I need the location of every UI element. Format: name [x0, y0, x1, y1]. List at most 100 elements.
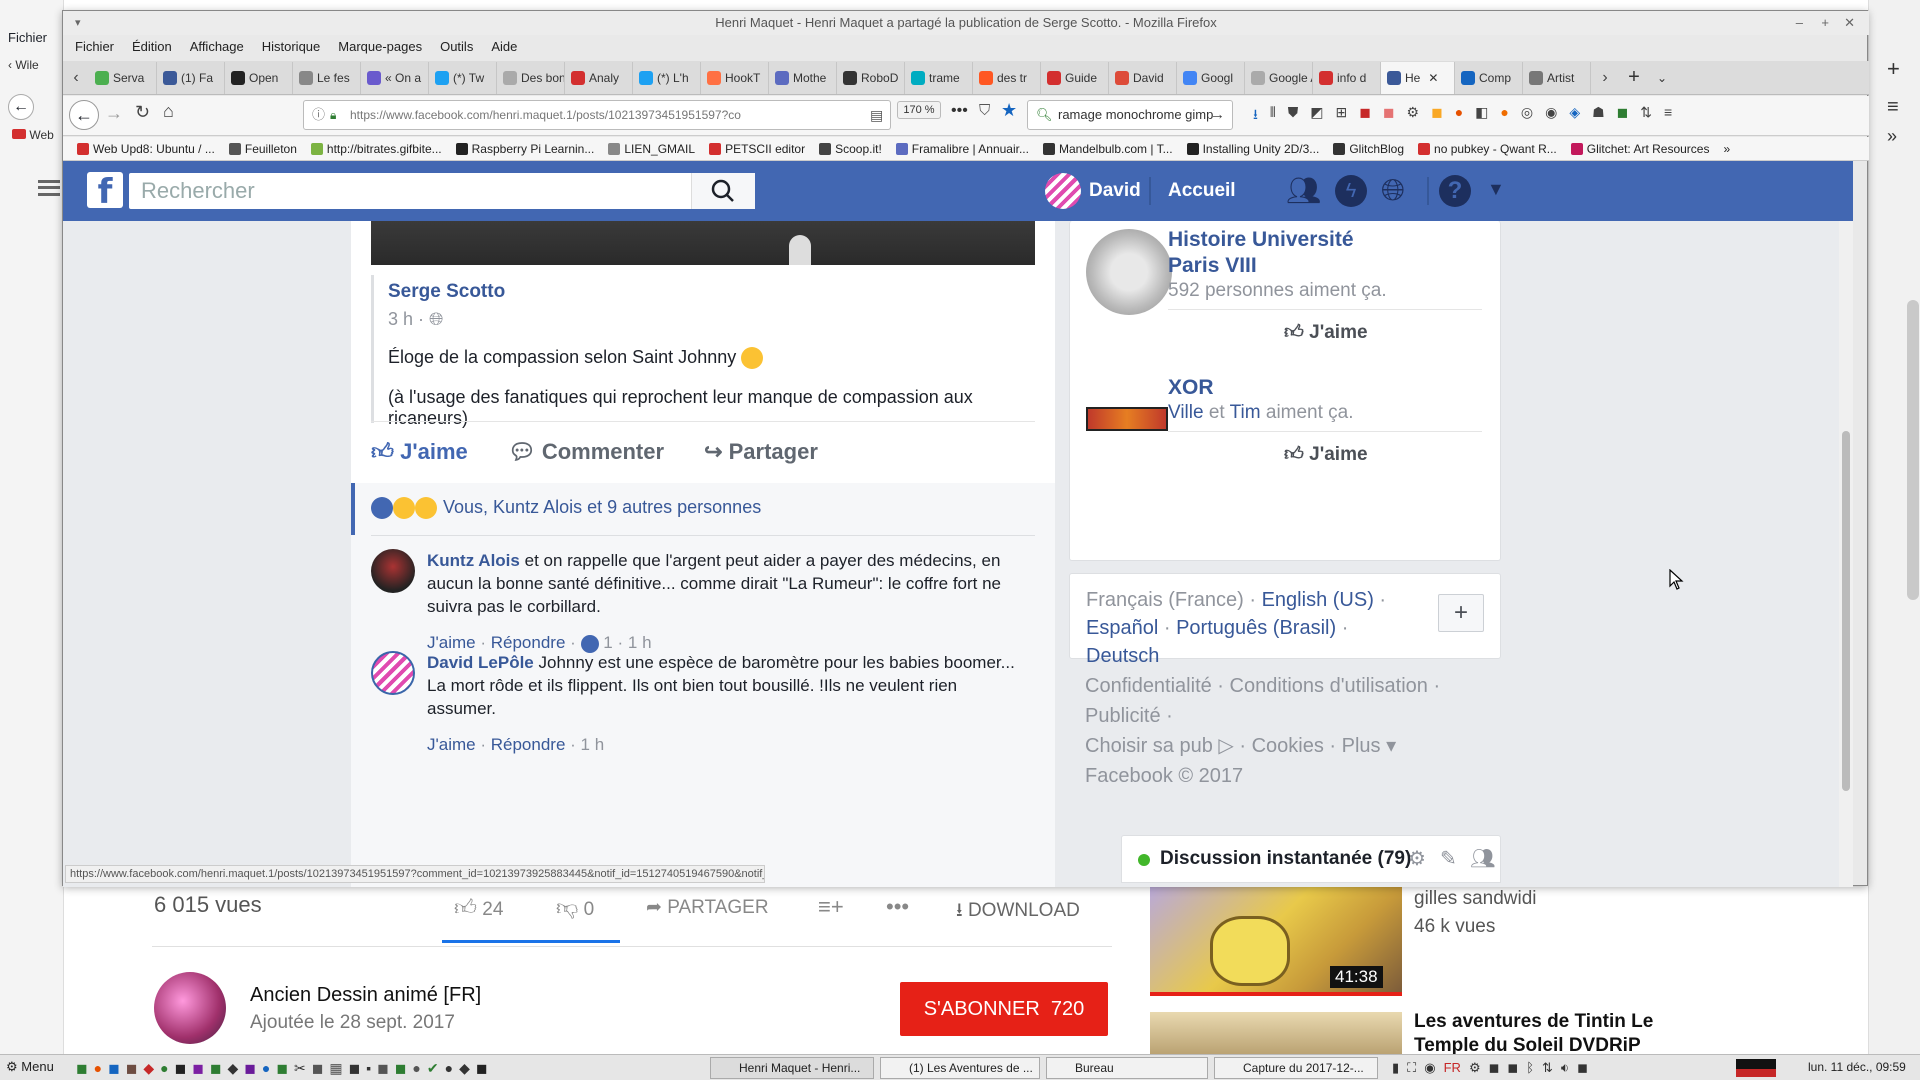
- app-icon[interactable]: ◼: [76, 1060, 88, 1077]
- tab-18[interactable]: info d: [1313, 61, 1381, 94]
- facebook-search-button[interactable]: [691, 173, 755, 209]
- forward-icon[interactable]: →: [105, 103, 123, 124]
- footer-line-2[interactable]: Choisir sa pub ▷ · Cookies · Plus ▾: [1085, 731, 1515, 761]
- app-icon[interactable]: ◼: [395, 1060, 407, 1077]
- bookmark-item[interactable]: no pubkey - Qwant R...: [1418, 137, 1557, 160]
- add-language-button[interactable]: +: [1438, 594, 1484, 632]
- more-icon[interactable]: •••: [886, 894, 909, 920]
- app-icon[interactable]: ▪: [366, 1060, 371, 1077]
- page-name[interactable]: XOR: [1168, 375, 1214, 401]
- subscribe-button[interactable]: S'ABONNER 720: [900, 982, 1108, 1036]
- shared-time[interactable]: 3 h · 🌐︎: [388, 309, 443, 330]
- chat-bar[interactable]: Discussion instantanée (79) ⚙ ✎ 👥︎: [1121, 835, 1501, 883]
- comment-avatar[interactable]: [371, 651, 415, 695]
- app-icon[interactable]: ✂: [294, 1060, 306, 1077]
- bg-bookmark[interactable]: Web: [29, 128, 53, 142]
- lang-english[interactable]: English (US): [1262, 589, 1374, 611]
- tab-20[interactable]: Comp: [1455, 61, 1523, 94]
- page-avatar[interactable]: [1086, 229, 1172, 315]
- tray-icon[interactable]: ◼: [1489, 1060, 1500, 1076]
- app-icon[interactable]: ◼: [244, 1060, 256, 1077]
- extension-icon[interactable]: ◼: [1383, 104, 1395, 128]
- comment-reply-link[interactable]: Répondre: [491, 633, 566, 652]
- start-menu-button[interactable]: ⚙ Menu: [6, 1059, 54, 1075]
- tab-17[interactable]: Google Ap: [1245, 61, 1313, 94]
- app-icon[interactable]: ●: [412, 1060, 420, 1077]
- task-screenshot[interactable]: Capture du 2017-12-...: [1214, 1057, 1378, 1079]
- app-icon[interactable]: ●: [160, 1060, 168, 1077]
- scrollbar-thumb[interactable]: [1842, 431, 1850, 791]
- app-icon[interactable]: ◼: [349, 1060, 361, 1077]
- comment-reply-link[interactable]: Répondre: [491, 735, 566, 754]
- maximize-icon[interactable]: +: [1821, 11, 1829, 35]
- app-icon[interactable]: ◆: [459, 1060, 470, 1077]
- channel-avatar[interactable]: [154, 972, 226, 1044]
- bookmark-item[interactable]: http://bitrates.gifbite...: [310, 137, 442, 160]
- extension-icon[interactable]: ⊞: [1336, 104, 1348, 128]
- app-icon[interactable]: ✔: [427, 1060, 439, 1077]
- account-menu-icon[interactable]: ▼: [1487, 179, 1505, 200]
- extension-icon[interactable]: ◎: [1521, 104, 1533, 128]
- tray-icon[interactable]: ⚙: [1469, 1060, 1481, 1076]
- extension-icon[interactable]: ◩: [1310, 104, 1323, 128]
- extension-icon[interactable]: ◧: [1475, 104, 1488, 128]
- tab-list-icon[interactable]: ⌄: [1649, 71, 1675, 85]
- extension-icon[interactable]: ◈: [1569, 104, 1580, 128]
- app-icon[interactable]: ◼: [276, 1060, 288, 1077]
- messenger-icon[interactable]: ϟ: [1335, 175, 1367, 207]
- facebook-logo[interactable]: f: [87, 172, 123, 212]
- close-tab-icon[interactable]: ✕: [1428, 71, 1438, 85]
- app-icon[interactable]: ◼: [108, 1060, 120, 1077]
- tab-0[interactable]: Serva: [89, 61, 157, 94]
- shared-author[interactable]: Serge Scotto: [388, 281, 505, 303]
- side-video-title[interactable]: Les aventures de Tintin Le Temple du Sole…: [1414, 1010, 1653, 1058]
- tab-9[interactable]: HookT: [701, 61, 769, 94]
- app-icon[interactable]: ◼: [210, 1060, 222, 1077]
- home-icon[interactable]: ⌂: [163, 101, 174, 122]
- compose-icon[interactable]: ✎: [1440, 846, 1457, 871]
- page-like-button[interactable]: 👍︎ J'aime: [1284, 321, 1368, 344]
- search-field[interactable]: 🔍︎ ramage monochrome gimp →: [1027, 100, 1233, 130]
- home-link[interactable]: Accueil: [1168, 161, 1236, 221]
- url-bar[interactable]: ⓘ 🔒︎ https://www.facebook.com/henri.maqu…: [303, 100, 891, 130]
- bookmark-item[interactable]: Glitchet: Art Resources: [1570, 137, 1709, 160]
- comment-author[interactable]: David LePôle: [427, 653, 534, 672]
- page-scrollbar[interactable]: [1839, 221, 1853, 887]
- tab-11[interactable]: RoboD: [837, 61, 905, 94]
- tab-19[interactable]: He ✕: [1381, 61, 1455, 94]
- tab-10[interactable]: Mothe: [769, 61, 837, 94]
- app-icon[interactable]: ◼: [126, 1060, 138, 1077]
- yt-dislike-button[interactable]: 👎︎ 0: [556, 894, 594, 921]
- keyboard-layout[interactable]: FR: [1444, 1060, 1461, 1076]
- page-actions-icon[interactable]: •••: [951, 102, 968, 120]
- bookmark-item[interactable]: Framalibre | Annuair...: [895, 137, 1029, 160]
- menu-tools[interactable]: Outils: [440, 35, 473, 59]
- comment-time[interactable]: 1 h: [628, 633, 652, 652]
- tray-icon[interactable]: ◉: [1424, 1060, 1435, 1076]
- bookmark-item[interactable]: LIEN_GMAIL: [608, 137, 695, 160]
- menu-bookmarks[interactable]: Marque-pages: [338, 35, 422, 59]
- network-icon[interactable]: ⇅: [1542, 1060, 1553, 1076]
- tab-15[interactable]: David: [1109, 61, 1177, 94]
- reader-view-icon[interactable]: ▤: [870, 101, 883, 129]
- bookmark-star-icon[interactable]: ★: [1001, 100, 1017, 121]
- comment-like-link[interactable]: J'aime: [427, 735, 476, 754]
- tray-icon[interactable]: ⛶: [1407, 1060, 1416, 1076]
- reactions-bar[interactable]: Vous, Kuntz Alois et 9 autres personnes: [351, 483, 1055, 535]
- chat-title[interactable]: Discussion instantanée (79): [1160, 848, 1411, 870]
- help-icon[interactable]: ?: [1439, 175, 1471, 207]
- app-icon[interactable]: ◼: [476, 1060, 488, 1077]
- tab-16[interactable]: Googl: [1177, 61, 1245, 94]
- close-icon[interactable]: ✕: [1844, 11, 1855, 35]
- gear-icon[interactable]: ⚙: [1408, 846, 1426, 871]
- tabs-scroll-right-icon[interactable]: ›: [1591, 69, 1619, 87]
- yt-download-button[interactable]: ⭳ DOWNLOAD: [956, 896, 1080, 928]
- friend-requests-icon[interactable]: 👥︎: [1286, 174, 1322, 207]
- tab-3[interactable]: Le fes: [293, 61, 361, 94]
- channel-name[interactable]: Ancien Dessin animé [FR]: [250, 984, 481, 1007]
- bookmarks-overflow-icon[interactable]: »: [1723, 137, 1730, 160]
- notifications-globe-icon[interactable]: 🌐︎: [1381, 174, 1405, 208]
- comment-avatar[interactable]: [371, 549, 415, 593]
- extension-icon[interactable]: ●: [1455, 104, 1463, 128]
- bookmark-item[interactable]: Web Upd8: Ubuntu / ...: [77, 137, 215, 160]
